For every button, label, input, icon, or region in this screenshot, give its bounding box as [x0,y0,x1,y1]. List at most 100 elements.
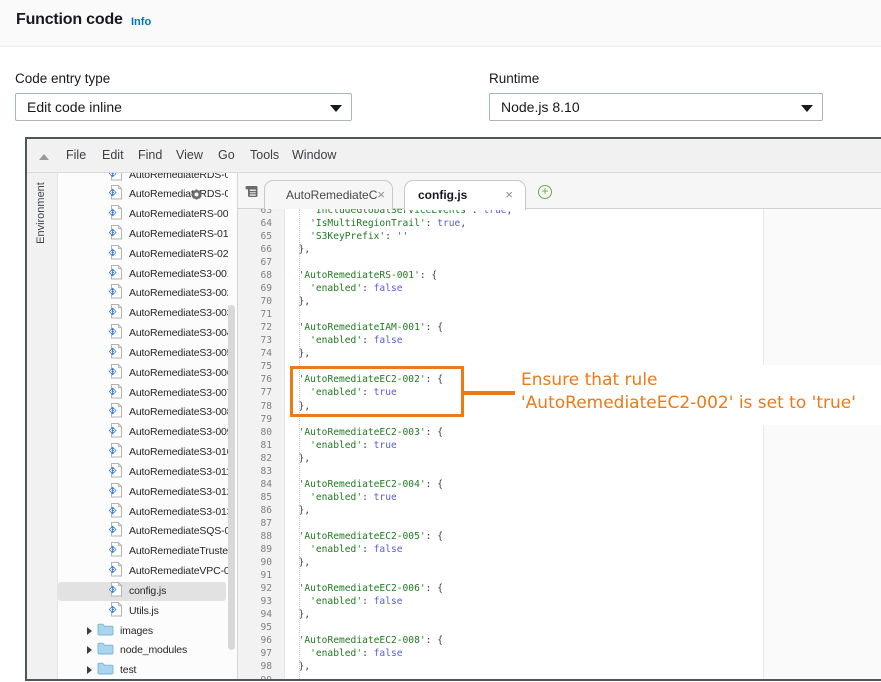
highlight-box [290,366,464,417]
close-tab-icon[interactable]: × [377,187,385,202]
line-number-86: 86 [238,504,272,517]
runtime-select[interactable]: Node.js 8.10 [489,93,823,121]
tree-item-label: AutoRemediateRS-020 [129,248,228,260]
line-number-91: 91 [238,569,272,582]
line-number-96: 96 [238,634,272,647]
js-file-icon [109,423,122,441]
tree-item-label: AutoRemediateTruste [129,545,228,557]
tree-item-label: node_modules [120,644,219,656]
tree-item-autoremediaters-020[interactable]: AutoRemediateRS-020 [58,244,237,264]
tree-item-autoremediates3-013[interactable]: AutoRemediateS3-013 [58,502,237,522]
tree-item-label: AutoRemediateS3-007 [129,387,228,399]
menu-item-window[interactable]: Window [292,148,336,162]
file-tree: AutoRemediateRDS-00AutoRemediateRDS-00Au… [58,173,238,679]
tree-item-autoremediates3-010[interactable]: AutoRemediateS3-010 [58,442,237,462]
tree-item-utils-js[interactable]: Utils.js [58,601,237,621]
js-file-icon [109,284,122,302]
tree-item-label: AutoRemediateRDS-00 [129,173,228,181]
tree-item-autoremediatesqs-00[interactable]: AutoRemediateSQS-00 [58,522,237,542]
open-files-list-icon[interactable] [245,185,258,203]
tree-item-config-js[interactable]: config.js [58,581,237,601]
editor-right-panel [763,209,881,679]
new-tab-icon[interactable]: + [538,185,552,199]
tree-item-test[interactable]: test [58,660,237,679]
tree-item-label: test [120,664,219,676]
tree-scrollbar[interactable] [228,305,235,650]
line-number-95: 95 [238,621,272,634]
tree-item-autoremediaterds-00[interactable]: AutoRemediateRDS-00 [58,173,237,184]
menu-item-view[interactable]: View [176,148,203,162]
tree-item-label: AutoRemediateS3-002 [129,287,228,299]
info-link[interactable]: Info [131,16,151,28]
line-number-74: 74 [238,347,272,360]
tab-config-js[interactable]: config.js × [404,180,526,210]
line-number-76: 76 [238,373,272,386]
collapse-menubar-icon[interactable] [39,154,49,160]
tree-item-autoremediates3-005[interactable]: AutoRemediateS3-005 [58,343,237,363]
runtime-label: Runtime [489,71,539,86]
code-entry-type-label: Code entry type [15,71,110,86]
tree-item-autoremediates3-002[interactable]: AutoRemediateS3-002 [58,284,237,304]
js-file-icon [109,384,122,402]
line-number-78: 78 [238,400,272,413]
js-file-icon [109,185,122,203]
tree-item-autoremediates3-009[interactable]: AutoRemediateS3-009 [58,422,237,442]
line-number-gutter: 6364656667686970717273747576777879808182… [238,209,285,679]
tree-item-autoremediatevpc-00[interactable]: AutoRemediateVPC-00 [58,561,237,581]
annotation-line-1: Ensure that rule [521,369,856,393]
tree-item-autoremediatetruste[interactable]: AutoRemediateTruste [58,541,237,561]
expand-arrow-icon[interactable] [87,666,92,674]
tree-item-autoremediates3-003[interactable]: AutoRemediateS3-003 [58,303,237,323]
environment-sidebar-tab[interactable]: Environment [27,173,58,679]
menu-item-file[interactable]: File [66,148,86,162]
lambda-function-code-page: Function code Info Code entry type Edit … [0,0,881,682]
code-entry-type-select[interactable]: Edit code inline [15,93,352,121]
tree-item-autoremediates3-011[interactable]: AutoRemediateS3-011 [58,462,237,482]
tree-item-autoremediaters-001[interactable]: AutoRemediateRS-001 [58,204,237,224]
line-number-88: 88 [238,530,272,543]
expand-arrow-icon[interactable] [87,627,92,635]
js-file-icon [109,463,122,481]
line-number-87: 87 [238,517,272,530]
tree-item-autoremediates3-006[interactable]: AutoRemediateS3-006 [58,363,237,383]
close-tab-icon[interactable]: × [505,187,513,202]
tree-item-autoremediaterds-00[interactable]: AutoRemediateRDS-00 [58,184,237,204]
code-entry-type-value: Edit code inline [27,99,122,115]
tree-item-autoremediates3-004[interactable]: AutoRemediateS3-004 [58,323,237,343]
js-file-icon [109,542,122,560]
busy-gear-icon [190,188,203,206]
function-code-header: Function code Info [0,0,881,47]
expand-arrow-icon[interactable] [87,646,92,654]
chevron-down-icon [801,105,813,112]
line-number-98: 98 [238,660,272,673]
js-file-icon [109,173,122,184]
js-file-icon [109,483,122,501]
tree-item-images[interactable]: images [58,621,237,641]
tree-item-autoremediates3-012[interactable]: AutoRemediateS3-012 [58,482,237,502]
js-file-icon [109,562,122,580]
line-number-67: 67 [238,256,272,269]
menu-item-find[interactable]: Find [138,148,162,162]
tree-item-autoremediaters-010[interactable]: AutoRemediateRS-010 [58,224,237,244]
annotation-connector-line [464,391,515,395]
code-editor[interactable]: 6364656667686970717273747576777879808182… [238,209,881,679]
indent-guide [299,209,300,679]
tree-item-label: AutoRemediateS3-010 [129,446,228,458]
tab-autoremediatec[interactable]: AutoRemediateC × [264,180,393,209]
line-number-70: 70 [238,295,272,308]
menu-item-tools[interactable]: Tools [250,148,279,162]
menu-item-go[interactable]: Go [218,148,235,162]
page-title: Function code [16,11,123,29]
line-number-65: 65 [238,230,272,243]
tree-item-node-modules[interactable]: node_modules [58,640,237,660]
tree-item-label: AutoRemediateS3-003 [129,307,228,319]
line-number-85: 85 [238,491,272,504]
tree-item-autoremediates3-007[interactable]: AutoRemediateS3-007 [58,383,237,403]
js-file-icon [109,205,122,223]
menu-item-edit[interactable]: Edit [102,148,124,162]
folder-icon [97,662,114,678]
js-file-icon [109,225,122,243]
line-number-89: 89 [238,543,272,556]
tree-item-autoremediates3-001[interactable]: AutoRemediateS3-001 [58,264,237,284]
tree-item-autoremediates3-008[interactable]: AutoRemediateS3-008 [58,403,237,423]
